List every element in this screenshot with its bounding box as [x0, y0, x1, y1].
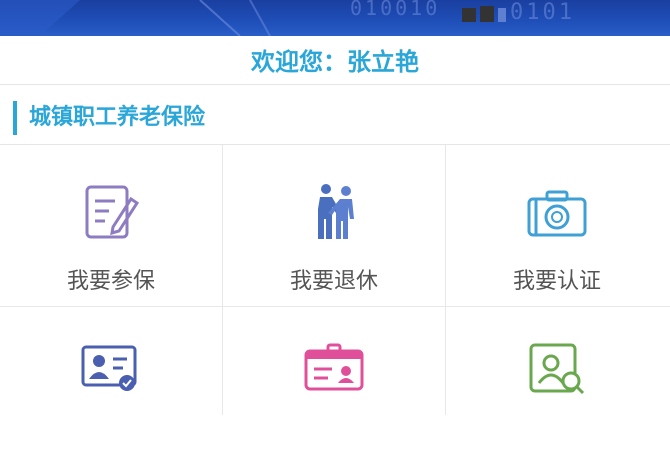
tile-search-person[interactable] — [446, 307, 668, 467]
section-title: 城镇职工养老保险 — [29, 105, 206, 130]
tile-retire[interactable]: 我要退休 — [223, 146, 445, 306]
welcome-text: 欢迎您：张立艳 — [0, 40, 670, 85]
tile-enroll[interactable]: 我要参保 — [0, 146, 222, 306]
banner-binary-decoration: 010010 — [350, 0, 441, 20]
tile-label: 我要退休 — [289, 269, 378, 294]
camera-icon — [527, 190, 587, 237]
person-search-icon — [529, 343, 585, 395]
section-accent-bar — [13, 101, 17, 135]
top-banner: 010010 0101 — [0, 0, 670, 36]
tile-id-card[interactable] — [0, 307, 222, 467]
id-card-icon — [81, 345, 137, 391]
handshake-icon — [318, 184, 354, 239]
edit-form-icon — [85, 185, 140, 239]
tile-label: 我要认证 — [512, 269, 601, 294]
tile-label: 我要参保 — [66, 269, 155, 294]
tile-certify[interactable]: 我要认证 — [446, 146, 668, 306]
banner-binary-decoration-2: 0101 — [510, 0, 575, 25]
badge-card-icon — [304, 343, 364, 391]
tile-badge[interactable] — [223, 307, 445, 467]
